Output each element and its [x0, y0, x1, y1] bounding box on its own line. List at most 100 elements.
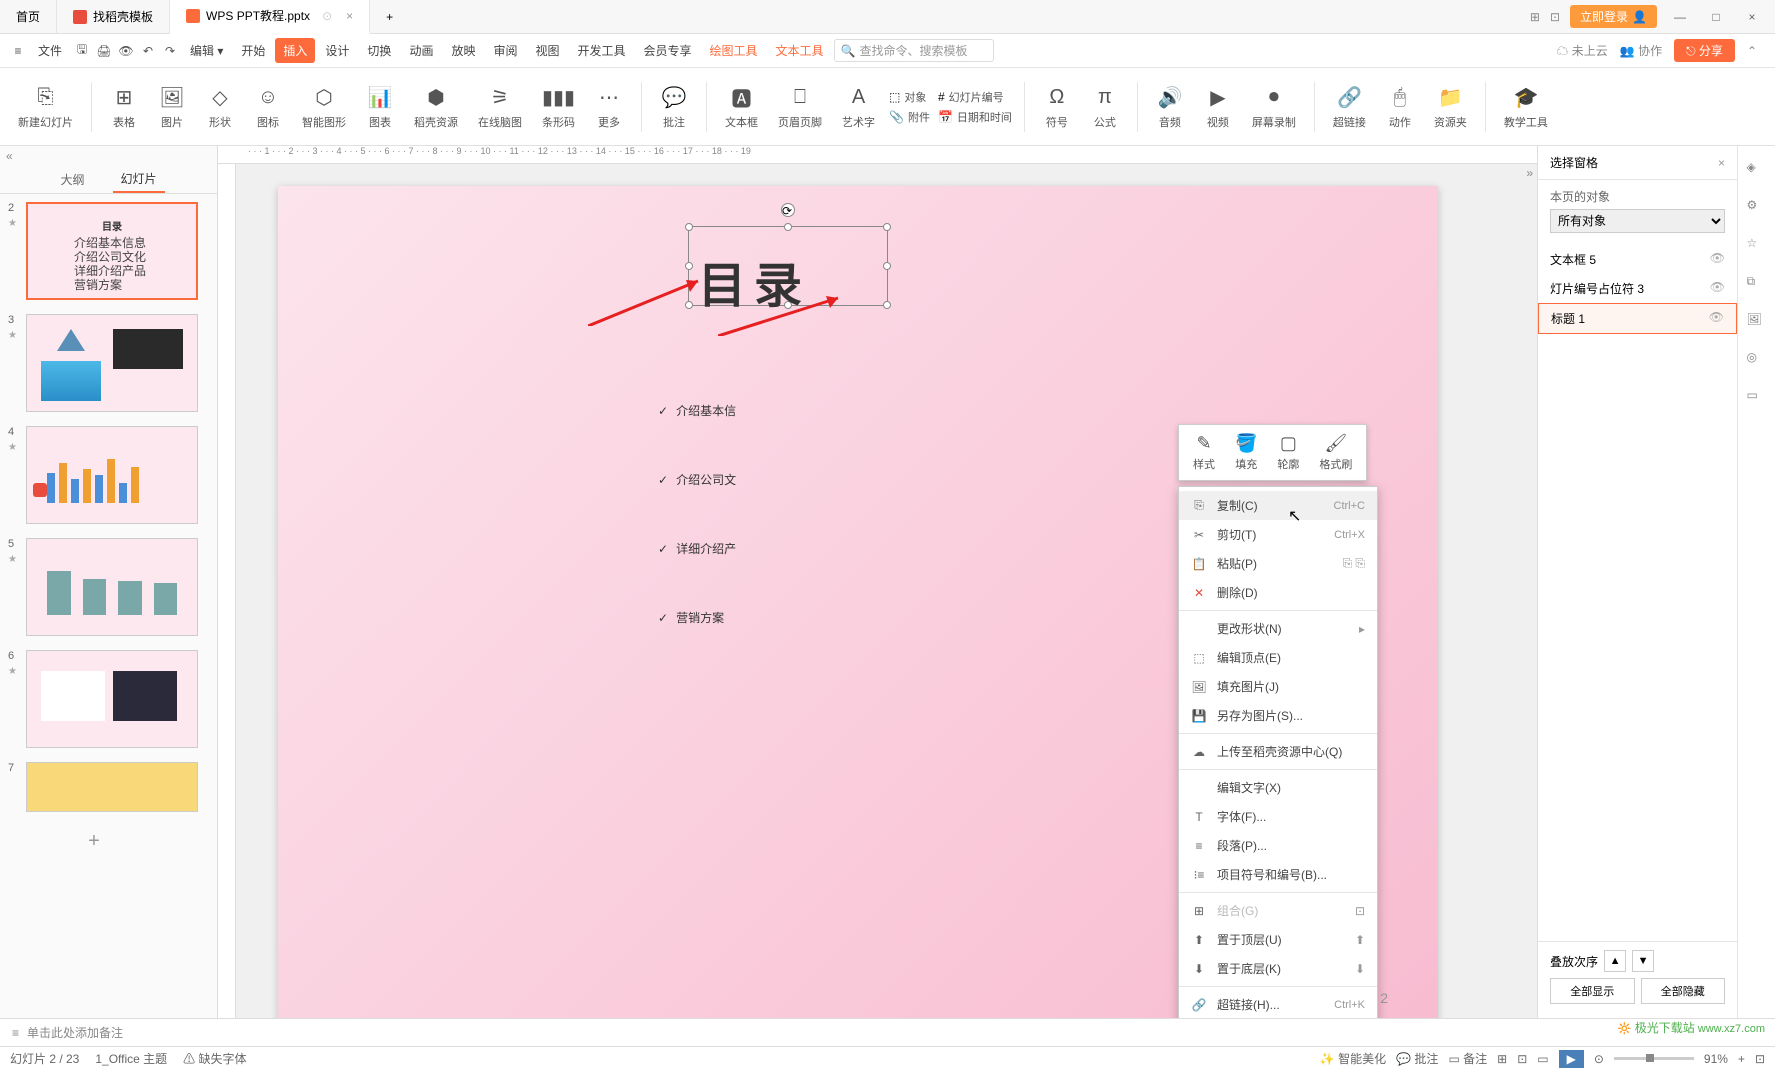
- new-tab-button[interactable]: +: [370, 0, 409, 34]
- image-icon[interactable]: 🖼: [1747, 312, 1767, 332]
- resize-handle-t[interactable]: [784, 223, 792, 231]
- slideshow-button[interactable]: ▶: [1559, 1050, 1584, 1068]
- ribbon-video[interactable]: ▶视频: [1198, 82, 1238, 132]
- mini-outline[interactable]: ▢轮廓: [1267, 429, 1309, 476]
- mini-formatpainter[interactable]: 🖌格式刷: [1309, 429, 1362, 476]
- slide-list[interactable]: ✓介绍基本信 ✓介绍公司文 ✓详细介绍产 ✓营销方案: [658, 386, 736, 662]
- ctx-edittext[interactable]: 编辑文字(X): [1179, 773, 1377, 802]
- menu-drawtools[interactable]: 绘图工具: [702, 38, 766, 63]
- ribbon-picture[interactable]: 🖼图片: [152, 82, 192, 132]
- layers-icon[interactable]: ⧉: [1747, 274, 1767, 294]
- ribbon-audio[interactable]: 🔊音频: [1150, 82, 1190, 132]
- ribbon-hyperlink[interactable]: 🔗超链接: [1327, 82, 1372, 132]
- ctx-sendback[interactable]: ⬇置于底层(K)⬇: [1179, 954, 1377, 983]
- preview-icon[interactable]: 👁: [116, 41, 136, 61]
- ribbon-smartart[interactable]: ⬡智能图形: [296, 82, 352, 132]
- view-sorter-icon[interactable]: ⊡: [1517, 1052, 1527, 1066]
- ctx-paragraph[interactable]: ≡段落(P)...: [1179, 831, 1377, 860]
- missing-font[interactable]: ⚠ 缺失字体: [183, 1050, 246, 1067]
- ctx-saveaspic[interactable]: 💾另存为图片(S)...: [1179, 701, 1377, 730]
- eye-icon[interactable]: 👁: [1710, 280, 1725, 297]
- ctx-bullets[interactable]: ⁝≡项目符号和编号(B)...: [1179, 860, 1377, 889]
- ctx-upload[interactable]: ☁上传至稻壳资源中心(Q): [1179, 737, 1377, 766]
- ribbon-slidenum[interactable]: #幻灯片编号: [938, 89, 1012, 105]
- menu-animation[interactable]: 动画: [401, 38, 441, 63]
- ribbon-chart[interactable]: 📊图表: [360, 82, 400, 132]
- notes-toggle[interactable]: ▭ 备注: [1448, 1050, 1487, 1067]
- ribbon-shape[interactable]: ◇形状: [200, 82, 240, 132]
- menu-vip[interactable]: 会员专享: [636, 38, 700, 63]
- ctx-changeshape[interactable]: 更改形状(N)▸: [1179, 614, 1377, 643]
- ribbon-newslide[interactable]: ⎘新建幻灯片: [12, 82, 79, 132]
- thumb-slide-2[interactable]: 目录 介绍基本信息介绍公司文化详细介绍产品营销方案: [26, 202, 198, 300]
- maximize-button[interactable]: □: [1703, 10, 1729, 24]
- menu-devtools[interactable]: 开发工具: [570, 38, 634, 63]
- ribbon-wordart[interactable]: A艺术字: [836, 82, 881, 132]
- ctx-fillpic[interactable]: 🖼填充图片(J): [1179, 672, 1377, 701]
- settings-icon[interactable]: ⚙: [1747, 198, 1767, 218]
- command-search[interactable]: 🔍 查找命令、搜索模板: [834, 39, 994, 62]
- fit-icon[interactable]: ⊡: [1755, 1052, 1765, 1066]
- move-down-button[interactable]: ▼: [1632, 950, 1654, 972]
- design-icon[interactable]: ◈: [1747, 160, 1767, 180]
- ribbon-barcode[interactable]: ▮▮▮条形码: [536, 82, 581, 132]
- ribbon-more[interactable]: ⋯更多: [589, 82, 629, 132]
- beautify-button[interactable]: ✨ 智能美化: [1320, 1050, 1386, 1067]
- menu-review[interactable]: 审阅: [485, 38, 525, 63]
- zoom-in-icon[interactable]: +: [1738, 1052, 1745, 1066]
- menu-edit[interactable]: 编辑 ▾: [182, 38, 231, 63]
- ctx-hyperlink[interactable]: 🔗超链接(H)...Ctrl+K: [1179, 990, 1377, 1018]
- view-reading-icon[interactable]: ▭: [1537, 1052, 1548, 1066]
- thumb-slide-3[interactable]: [26, 314, 198, 412]
- collab-icon[interactable]: 👥 协作: [1620, 42, 1662, 59]
- zoom-slider[interactable]: [1614, 1057, 1694, 1060]
- view-outline[interactable]: 大纲: [52, 167, 92, 192]
- zoom-level[interactable]: 91%: [1704, 1052, 1728, 1066]
- ribbon-symbol[interactable]: Ω符号: [1037, 82, 1077, 132]
- slide-title[interactable]: 目录: [698, 246, 810, 316]
- layout-icon[interactable]: ⊞: [1530, 10, 1540, 24]
- menu-file[interactable]: 文件: [30, 38, 70, 63]
- ctx-copy[interactable]: ⎘复制(C)Ctrl+C: [1179, 491, 1377, 520]
- resize-handle-bl[interactable]: [685, 301, 693, 309]
- close-icon[interactable]: ×: [1718, 156, 1725, 170]
- add-slide-button[interactable]: +: [8, 826, 180, 856]
- ribbon-resource[interactable]: ⬢稻壳资源: [408, 82, 464, 132]
- ctx-font[interactable]: T字体(F)...: [1179, 802, 1377, 831]
- book-icon[interactable]: ▭: [1747, 388, 1767, 408]
- hideall-button[interactable]: 全部隐藏: [1641, 978, 1726, 1004]
- tab-close-icon[interactable]: ×: [346, 9, 353, 23]
- zoom-out-icon[interactable]: ⊙: [1594, 1052, 1604, 1066]
- close-button[interactable]: ×: [1739, 10, 1765, 24]
- hamburger-icon[interactable]: ≡: [8, 41, 28, 61]
- ctx-editpoints[interactable]: ⬚编辑顶点(E): [1179, 643, 1377, 672]
- login-button[interactable]: 立即登录👤: [1570, 5, 1657, 28]
- print-icon[interactable]: 🖨: [94, 41, 114, 61]
- paste-option-icon[interactable]: ⎘: [1343, 556, 1353, 570]
- minimize-button[interactable]: —: [1667, 10, 1693, 24]
- resize-handle-br[interactable]: [883, 301, 891, 309]
- menu-start[interactable]: 开始: [233, 38, 273, 63]
- mini-style[interactable]: ✎样式: [1183, 429, 1225, 476]
- ribbon-object[interactable]: ⬚对象: [889, 89, 930, 105]
- object-item[interactable]: 文本框 5👁: [1538, 245, 1737, 274]
- undo-icon[interactable]: ↶: [138, 41, 158, 61]
- thumb-slide-7[interactable]: [26, 762, 198, 812]
- menu-view[interactable]: 视图: [527, 38, 567, 63]
- target-icon[interactable]: ◎: [1747, 350, 1767, 370]
- comment-toggle[interactable]: 💬 批注: [1396, 1050, 1438, 1067]
- view-normal-icon[interactable]: ⊞: [1497, 1052, 1507, 1066]
- share-button[interactable]: ⎋ 分享: [1674, 39, 1735, 62]
- star-icon[interactable]: ☆: [1747, 236, 1767, 256]
- paste-option-icon2[interactable]: ⎘: [1355, 556, 1365, 570]
- move-up-button[interactable]: ▲: [1604, 950, 1626, 972]
- panel-collapse[interactable]: «: [0, 146, 217, 166]
- ctx-delete[interactable]: ✕删除(D): [1179, 578, 1377, 607]
- ribbon-equation[interactable]: π公式: [1085, 82, 1125, 132]
- thumb-slide-4[interactable]: [26, 426, 198, 524]
- save-icon[interactable]: 🖫: [72, 41, 92, 61]
- menu-slideshow[interactable]: 放映: [443, 38, 483, 63]
- panel-expand-icon[interactable]: »: [1526, 166, 1533, 180]
- ribbon-table[interactable]: ⊞表格: [104, 82, 144, 132]
- resize-handle-tl[interactable]: [685, 223, 693, 231]
